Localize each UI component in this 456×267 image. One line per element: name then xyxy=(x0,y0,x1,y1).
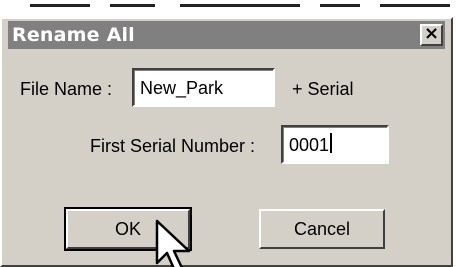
text-caret xyxy=(330,133,332,153)
background-strip xyxy=(0,0,456,16)
mouse-pointer-icon xyxy=(155,219,191,267)
rename-all-dialog: Rename All × File Name : + Serial First … xyxy=(0,17,453,267)
close-icon: × xyxy=(423,23,440,44)
cancel-button-label: Cancel xyxy=(293,218,351,239)
close-button[interactable]: × xyxy=(420,24,443,46)
title-bar[interactable]: Rename All × xyxy=(8,21,445,49)
first-serial-number-field[interactable] xyxy=(281,125,389,164)
serial-suffix-label: + Serial xyxy=(292,79,354,99)
first-serial-number-input[interactable] xyxy=(283,127,387,162)
file-name-label: File Name : xyxy=(20,79,113,99)
ok-button-label: OK xyxy=(114,218,141,239)
cancel-button[interactable]: Cancel xyxy=(259,209,385,249)
file-name-field[interactable] xyxy=(132,68,275,107)
first-serial-number-label: First Serial Number : xyxy=(90,136,256,156)
file-name-input[interactable] xyxy=(134,70,273,105)
dialog-title: Rename All xyxy=(12,24,135,46)
